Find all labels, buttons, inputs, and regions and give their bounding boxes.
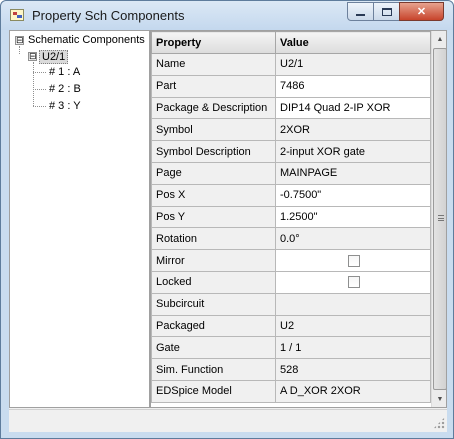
- property-name: Locked: [151, 270, 276, 294]
- grid-header-row: Property Value: [151, 31, 431, 54]
- property-name: Page: [151, 161, 276, 185]
- property-column-header[interactable]: Property: [151, 31, 276, 54]
- property-name: Package & Description: [151, 96, 276, 120]
- property-name: Part: [151, 74, 276, 98]
- property-value: U2/1: [275, 53, 431, 76]
- window-title: Property Sch Components: [32, 8, 185, 23]
- scroll-down-button[interactable]: ▼: [432, 391, 446, 407]
- client-area: ⊟ Schematic Components ⊟ U2/1 # 1 : A # …: [9, 30, 447, 432]
- tree-node-pin-1[interactable]: # 1 : A: [49, 66, 80, 78]
- property-row[interactable]: Sim. Function 528: [151, 358, 431, 381]
- property-table: Property Value Name U2/1 Part 7486 Package &…: [151, 31, 431, 403]
- maximize-icon: [381, 7, 392, 16]
- collapse-component-icon[interactable]: ⊟: [28, 52, 37, 61]
- property-value: 2-input XOR gate: [275, 140, 431, 163]
- tree-connector: [33, 106, 46, 107]
- maximize-button[interactable]: [373, 2, 400, 21]
- close-button[interactable]: ✕: [399, 2, 444, 21]
- scroll-thumb[interactable]: [433, 48, 446, 390]
- checkbox-icon[interactable]: [348, 254, 360, 267]
- tree-node-root[interactable]: Schematic Components: [28, 34, 145, 46]
- close-icon: ✕: [416, 6, 427, 18]
- tree-connector: [19, 46, 20, 54]
- property-value: 1 / 1: [275, 336, 431, 360]
- tree-connector: [33, 89, 46, 90]
- tree-node-pin-3[interactable]: # 3 : Y: [49, 100, 81, 112]
- property-value: [275, 292, 431, 316]
- property-grid: Property Value Name U2/1 Part 7486 Package &…: [150, 30, 447, 408]
- minimize-icon: [356, 13, 365, 16]
- property-name: Mirror: [151, 249, 276, 272]
- property-value: 528: [275, 358, 431, 381]
- property-row[interactable]: Page MAINPAGE: [151, 161, 431, 185]
- property-value: 2XOR: [275, 118, 431, 142]
- property-value: A D_XOR 2XOR: [275, 379, 431, 403]
- property-row[interactable]: Pos Y 1.2500": [151, 205, 431, 229]
- grip-icon: [438, 215, 444, 221]
- property-name: Sim. Function: [151, 358, 276, 381]
- property-row[interactable]: Gate 1 / 1: [151, 336, 431, 360]
- property-name: Name: [151, 53, 276, 76]
- property-name: Packaged: [151, 314, 276, 338]
- tree-connector: [33, 62, 34, 106]
- property-row[interactable]: Package & Description DIP14 Quad 2-IP XOR: [151, 96, 431, 120]
- value-column-header[interactable]: Value: [275, 31, 431, 54]
- property-value: U2: [275, 314, 431, 338]
- property-checkbox-cell[interactable]: [275, 249, 431, 272]
- minimize-button[interactable]: [347, 2, 374, 21]
- resize-grip-icon[interactable]: [433, 417, 445, 429]
- property-row[interactable]: Locked: [151, 270, 431, 294]
- property-name: Subcircuit: [151, 292, 276, 316]
- property-name: Pos Y: [151, 205, 276, 229]
- property-value[interactable]: -0.7500": [275, 183, 431, 207]
- property-row[interactable]: Subcircuit: [151, 292, 431, 316]
- property-name: Gate: [151, 336, 276, 360]
- tree-connector: [33, 72, 46, 73]
- property-row[interactable]: Pos X -0.7500": [151, 183, 431, 207]
- property-name: Symbol: [151, 118, 276, 142]
- property-checkbox-cell[interactable]: [275, 270, 431, 294]
- property-value[interactable]: 1.2500": [275, 205, 431, 229]
- title-bar[interactable]: Property Sch Components ✕: [1, 1, 453, 30]
- collapse-root-icon[interactable]: ⊟: [15, 36, 24, 45]
- property-row[interactable]: Rotation 0.0°: [151, 227, 431, 251]
- vertical-scrollbar[interactable]: ▲ ▼: [431, 31, 446, 407]
- property-value: MAINPAGE: [275, 161, 431, 185]
- property-row[interactable]: Packaged U2: [151, 314, 431, 338]
- scroll-up-button[interactable]: ▲: [432, 31, 446, 47]
- tree-node-component[interactable]: U2/1: [39, 50, 69, 64]
- property-name: EDSpice Model: [151, 379, 276, 403]
- scroll-down-icon: ▼: [436, 395, 444, 403]
- tree-node-pin-2[interactable]: # 2 : B: [49, 83, 81, 95]
- property-name: Rotation: [151, 227, 276, 251]
- property-row[interactable]: Symbol 2XOR: [151, 118, 431, 142]
- scroll-up-icon: ▲: [436, 35, 444, 43]
- checkbox-icon[interactable]: [348, 276, 360, 289]
- property-row[interactable]: Name U2/1: [151, 53, 431, 76]
- property-name: Symbol Description: [151, 140, 276, 163]
- property-value[interactable]: DIP14 Quad 2-IP XOR: [275, 96, 431, 120]
- status-bar: [9, 409, 447, 431]
- component-tree[interactable]: ⊟ Schematic Components ⊟ U2/1 # 1 : A # …: [9, 30, 150, 408]
- property-window: Property Sch Components ✕ ⊟ Schematic Co…: [0, 0, 454, 439]
- property-row[interactable]: Mirror: [151, 249, 431, 272]
- property-value[interactable]: 7486: [275, 74, 431, 98]
- property-row[interactable]: Symbol Description 2-input XOR gate: [151, 140, 431, 163]
- property-value: 0.0°: [275, 227, 431, 251]
- property-row[interactable]: Part 7486: [151, 74, 431, 98]
- property-name: Pos X: [151, 183, 276, 207]
- property-row[interactable]: EDSpice Model A D_XOR 2XOR: [151, 379, 431, 403]
- app-icon: [10, 9, 24, 21]
